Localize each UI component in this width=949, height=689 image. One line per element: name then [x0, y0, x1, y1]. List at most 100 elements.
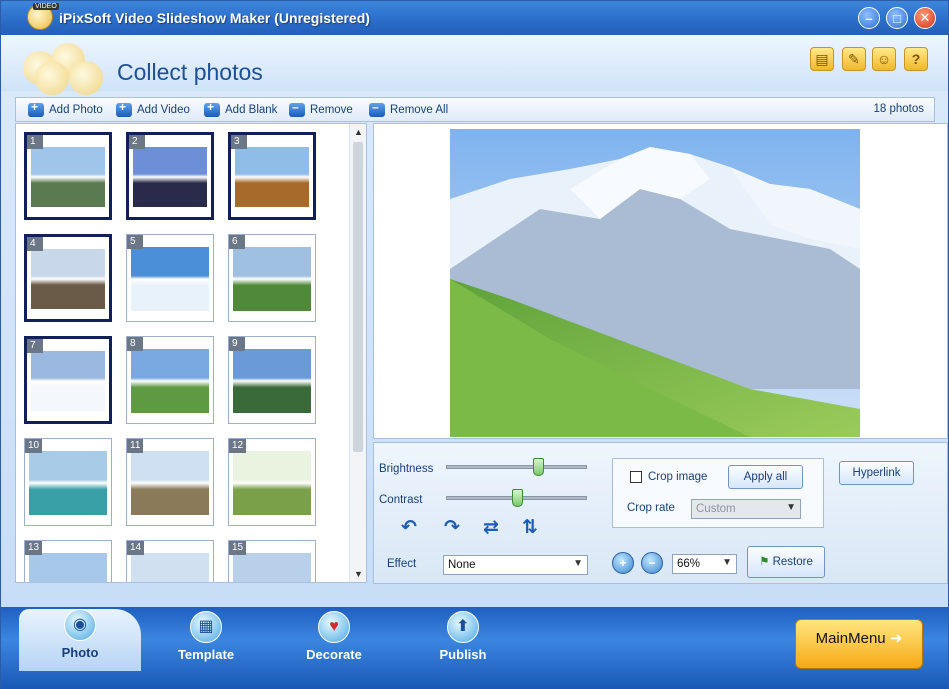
folder-icon[interactable]: ▤ [810, 47, 834, 71]
zoom-select[interactable]: 66% ▼ [672, 554, 737, 574]
photo-icon: ◉ [64, 609, 96, 641]
thumbnail-image [31, 351, 105, 411]
scroll-down-icon[interactable]: ▼ [354, 569, 363, 579]
thumbnail-item[interactable]: 3 [228, 132, 316, 220]
tab-template[interactable]: ▦ Template [151, 611, 261, 671]
add-photo-button[interactable]: Add Photo [28, 100, 103, 118]
crop-rate-label: Crop rate [627, 502, 675, 514]
help-icon[interactable]: ? [904, 47, 928, 71]
effect-label: Effect [387, 558, 417, 570]
maximize-button[interactable]: □ [886, 7, 908, 29]
flip-horizontal-icon[interactable]: ⇄ [480, 517, 502, 539]
scroll-up-icon[interactable]: ▲ [354, 127, 363, 137]
remove-icon [289, 100, 305, 117]
thumbnail-number: 3 [231, 135, 247, 149]
brightness-slider[interactable] [446, 458, 587, 476]
zoom-out-icon[interactable]: − [641, 552, 663, 574]
thumbnail-image [31, 147, 105, 207]
brightness-label: Brightness [379, 463, 434, 475]
hyperlink-button[interactable]: Hyperlink [839, 461, 914, 485]
contrast-label: Contrast [379, 494, 423, 506]
thumbnail-item[interactable]: 10 [24, 438, 112, 526]
crop-image-label: Crop image [648, 471, 708, 483]
add-video-button[interactable]: Add Video [116, 100, 190, 118]
thumbnail-image [131, 553, 209, 582]
remove-button[interactable]: Remove [289, 100, 353, 118]
thumbnail-item[interactable]: 11 [126, 438, 214, 526]
app-icon: VIDEO [27, 3, 59, 30]
heart-icon: ♥ [318, 611, 350, 643]
chevron-down-icon: ▼ [573, 558, 583, 569]
thumbnail-item[interactable]: 6 [228, 234, 316, 322]
thumbnail-number: 7 [27, 339, 43, 353]
crop-rate-select[interactable]: Custom ▼ [691, 499, 801, 519]
crop-image-checkbox[interactable] [630, 471, 642, 483]
thumbnail-image [233, 349, 311, 413]
thumbnail-image [233, 247, 311, 311]
thumbnail-image [133, 147, 207, 207]
tab-decorate[interactable]: ♥ Decorate [279, 611, 389, 671]
apply-all-button[interactable]: Apply all [728, 465, 803, 489]
thumbnail-number: 1 [27, 135, 43, 149]
template-icon: ▦ [190, 611, 222, 643]
thumbnail-item[interactable]: 12 [228, 438, 316, 526]
close-button[interactable]: ✕ [914, 7, 936, 29]
photo-toolbar: Add Photo Add Video Add Blank Remove Rem… [15, 97, 935, 122]
adjustment-panel: Brightness Contrast ↶ ↷ ⇄ ⇅ Effect None ▼… [373, 442, 948, 584]
contrast-slider[interactable] [446, 489, 587, 507]
remove-all-button[interactable]: Remove All [369, 100, 448, 118]
scrollbar-thumb[interactable] [353, 142, 363, 452]
arrow-right-icon: ➜ [889, 630, 903, 647]
crop-group: Crop image Apply all Crop rate Custom ▼ [612, 458, 824, 528]
restore-flag-icon: ⚑ [759, 556, 770, 568]
minimize-button[interactable]: – [858, 7, 880, 29]
app-window: VIDEO iPixSoft Video Slideshow Maker (Un… [0, 0, 949, 689]
thumbnail-item[interactable]: 8 [126, 336, 214, 424]
chevron-down-icon: ▼ [786, 502, 796, 513]
thumbnail-number: 5 [127, 235, 143, 249]
thumbnail-item[interactable]: 13 [24, 540, 112, 582]
thumbnail-item[interactable]: 7 [24, 336, 112, 424]
brightness-slider-handle[interactable] [532, 458, 544, 476]
thumbnail-number: 14 [127, 541, 145, 555]
effect-select[interactable]: None ▼ [443, 555, 588, 575]
thumbnail-image [233, 451, 311, 515]
thumbnail-grid: 1 2 3 4 5 6 7 8 9 10 11 12 13 14 15 ▲ ▼ [15, 123, 367, 583]
restore-button[interactable]: ⚑ Restore [747, 546, 825, 578]
thumbnail-number: 11 [127, 439, 144, 453]
add-video-icon [116, 100, 132, 117]
thumbnail-image [29, 451, 107, 515]
thumbnail-item[interactable]: 9 [228, 336, 316, 424]
thumbnail-item[interactable]: 4 [24, 234, 112, 322]
flip-vertical-icon[interactable]: ⇅ [519, 517, 541, 539]
thumbnail-item[interactable]: 2 [126, 132, 214, 220]
rotate-right-icon[interactable]: ↷ [441, 517, 463, 539]
tab-publish[interactable]: ⬆ Publish [408, 611, 518, 671]
thumbnail-number: 4 [27, 237, 43, 251]
tab-photo[interactable]: ◉ Photo [19, 609, 141, 671]
thumbnail-item[interactable]: 15 [228, 540, 316, 582]
zoom-in-icon[interactable]: + [612, 552, 634, 574]
thumbnail-number: 6 [229, 235, 245, 249]
remove-all-icon [369, 100, 385, 117]
thumbnail-image [31, 249, 105, 309]
photo-preview [373, 123, 948, 439]
thumbnail-number: 9 [229, 337, 245, 351]
thumbnail-item[interactable]: 14 [126, 540, 214, 582]
main-menu-button[interactable]: MainMenu ➜ [795, 619, 923, 669]
thumbnail-item[interactable]: 1 [24, 132, 112, 220]
contrast-slider-handle[interactable] [511, 489, 523, 507]
thumbnail-number: 10 [25, 439, 43, 453]
person-icon[interactable]: ☺ [872, 47, 896, 71]
publish-icon: ⬆ [447, 611, 479, 643]
thumbnail-image [29, 553, 107, 582]
note-icon[interactable]: ✎ [842, 47, 866, 71]
rotate-left-icon[interactable]: ↶ [398, 517, 420, 539]
add-blank-button[interactable]: Add Blank [204, 100, 277, 118]
thumbnail-image [131, 247, 209, 311]
thumbnail-number: 2 [129, 135, 145, 149]
thumbnail-number: 8 [127, 337, 143, 351]
chevron-down-icon: ▼ [722, 557, 732, 568]
thumbnail-item[interactable]: 5 [126, 234, 214, 322]
thumbnail-scrollbar[interactable]: ▲ ▼ [349, 124, 366, 582]
